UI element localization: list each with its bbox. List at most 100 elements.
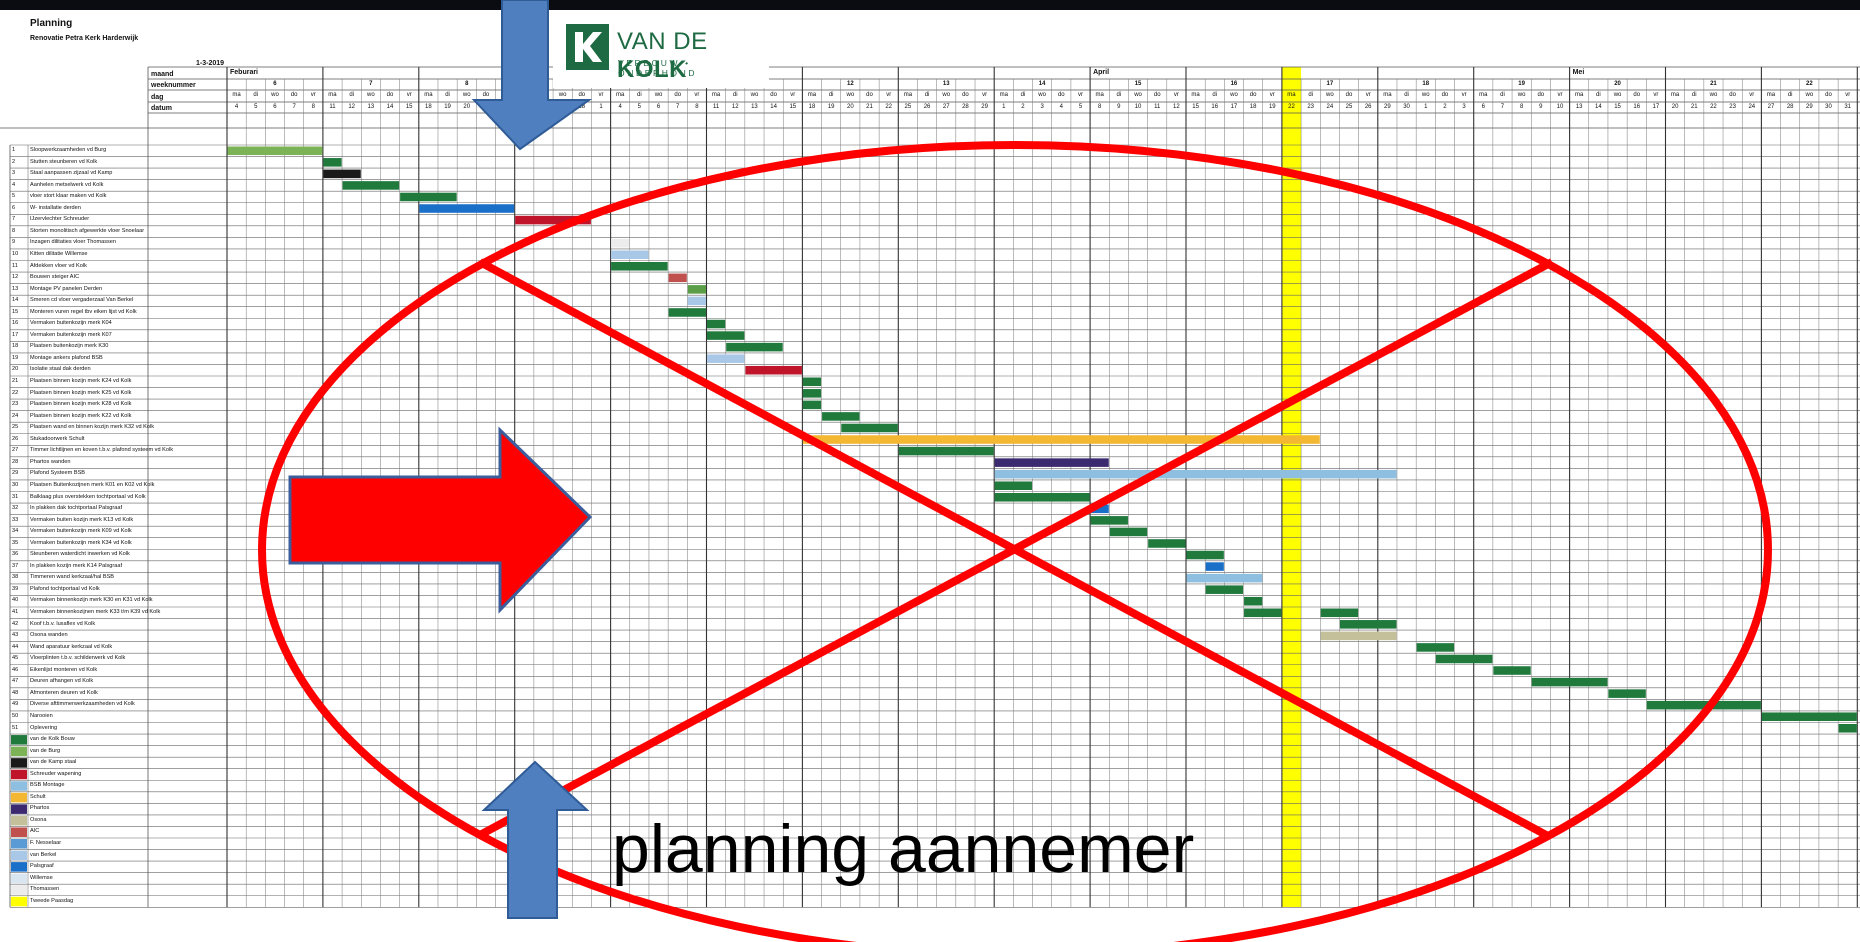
weekday-label: wo <box>942 92 951 98</box>
task-label: Plaatsen binnen kozijn merk K25 vd Kolk <box>30 389 132 396</box>
task-number: 28 <box>12 458 19 465</box>
task-label: Plafond Systeem BSB <box>30 470 86 477</box>
legend-swatch <box>11 781 27 791</box>
task-label: Wand aparatuur kerkzaal vd Kolk <box>30 643 113 650</box>
task-label: Plaatsen buitenkozijn merk K30 <box>30 343 109 350</box>
gantt-bar <box>994 469 1397 479</box>
weekday-label: do <box>1537 92 1545 98</box>
gantt-bar <box>1416 643 1455 652</box>
gantt-bar <box>323 158 342 167</box>
week-number: 14 <box>1038 81 1046 87</box>
date-label: 12 <box>1173 104 1180 110</box>
gantt-bar <box>687 285 706 294</box>
weekday-label: ma <box>1766 92 1776 98</box>
task-number: 45 <box>12 655 19 662</box>
task-number: 47 <box>12 678 19 685</box>
gantt-bar <box>745 365 802 375</box>
legend-swatch <box>11 885 27 895</box>
gantt-bar <box>611 250 649 259</box>
weekday-label: ma <box>1383 92 1392 98</box>
weekday-label: do <box>866 92 873 98</box>
weekday-label: di <box>1596 92 1601 98</box>
weekday-label: vr <box>694 92 700 98</box>
weekday-label: di <box>828 92 834 98</box>
task-label: Vermaken buitenkozijn merk K07 <box>30 331 112 338</box>
sheet-date: 1-3-2019 <box>196 60 225 67</box>
date-label: 29 <box>981 104 988 110</box>
gantt-bar <box>1244 608 1282 618</box>
date-label: 7 <box>292 104 296 110</box>
task-number: 16 <box>12 320 19 327</box>
task-label: Steunberen waterdicht inwerken vd Kolk <box>30 551 130 558</box>
date-label: 21 <box>866 104 873 110</box>
weekday-label: ma <box>1191 92 1200 98</box>
gantt-bar <box>707 331 745 340</box>
legend-swatch <box>11 746 27 757</box>
date-label: 22 <box>1288 104 1295 110</box>
gantt-grid <box>0 66 1860 908</box>
task-label: In plakken kozijn merk K14 Palsgraaf <box>30 562 123 569</box>
legend-label: Palsgraaf <box>30 863 54 870</box>
date-label: 1 <box>1002 104 1006 110</box>
weekday-label: di <box>732 92 738 98</box>
gantt-bar <box>1148 539 1186 548</box>
date-label: 13 <box>367 104 375 110</box>
date-label: 18 <box>425 104 432 110</box>
month-label: Feburari <box>230 69 259 76</box>
date-label: 11 <box>1154 104 1161 110</box>
task-label: Vermaken buitenkozijn merk K34 vd Kolk <box>30 539 132 546</box>
task-number: 34 <box>12 528 19 535</box>
weekday-label: ma <box>520 92 529 98</box>
legend-label: Thomassen <box>30 886 60 893</box>
weekday-label: wo <box>1134 92 1142 98</box>
weekday-label: wo <box>1805 92 1814 98</box>
date-label: 2 <box>1443 104 1447 110</box>
highlight-column <box>1281 67 1302 908</box>
weekday-label: di <box>1404 92 1409 98</box>
weekday-label: do <box>770 92 777 98</box>
date-label: 25 <box>1345 104 1353 110</box>
task-number: 42 <box>12 620 19 627</box>
task-label: W- installatie derden <box>30 204 81 211</box>
task-label: Afdekken vloer vd Kolk <box>30 262 87 269</box>
gantt-bar <box>707 354 745 363</box>
date-label: 5 <box>637 104 642 110</box>
date-label: 26 <box>540 104 547 110</box>
weekday-label: vr <box>406 92 412 98</box>
week-number: 20 <box>1614 81 1621 87</box>
weekday-label: vr <box>502 92 508 98</box>
task-number: 7 <box>12 216 16 223</box>
date-label: 24 <box>1748 104 1756 110</box>
screen-frame: Planning Renovatie Petra Kerk Harderwijk… <box>0 0 1860 942</box>
gantt-bar <box>1761 712 1857 721</box>
task-number: 36 <box>12 551 19 558</box>
task-label: Bouwen steiger AIC <box>30 274 80 281</box>
gantt-bar <box>400 192 457 202</box>
gantt-bar <box>1320 608 1359 618</box>
task-label: Diverse afttimmerwerkzaamheden vd Kolk <box>30 701 135 708</box>
date-label: 8 <box>1519 104 1524 110</box>
task-label: Sloopwerkzaamheden vd Burg <box>30 147 107 153</box>
task-number: 48 <box>12 689 19 696</box>
task-label: Plaatsen wand en binnen kozijn merk K32 … <box>30 424 155 431</box>
sheet-title: Planning <box>30 18 73 29</box>
task-label: Kitten dilitatie Willemse <box>30 250 88 257</box>
legend-label: Phartos <box>30 805 50 812</box>
task-label: Isolatie staal dak derden <box>30 366 91 373</box>
weekday-label: ma <box>1479 92 1488 98</box>
date-label: 27 <box>1767 104 1775 110</box>
task-label: Vermaken buiten kozijn merk K13 vd Kolk <box>30 516 134 523</box>
gantt-bar <box>994 481 1033 490</box>
weekday-label: di <box>924 92 930 98</box>
weekday-label: vr <box>1557 92 1563 98</box>
date-label: 1 <box>1424 104 1428 110</box>
date-label: 17 <box>1652 104 1660 110</box>
task-label: Storten monolitisch afgewerkte vloer Sno… <box>30 227 145 234</box>
date-label: 29 <box>1805 104 1813 110</box>
date-label: 14 <box>386 104 394 110</box>
week-number: 6 <box>273 81 277 87</box>
week-number: 8 <box>465 81 469 87</box>
weekday-label: do <box>578 92 586 98</box>
date-label: 22 <box>501 104 509 110</box>
gantt-bar <box>1339 620 1397 629</box>
